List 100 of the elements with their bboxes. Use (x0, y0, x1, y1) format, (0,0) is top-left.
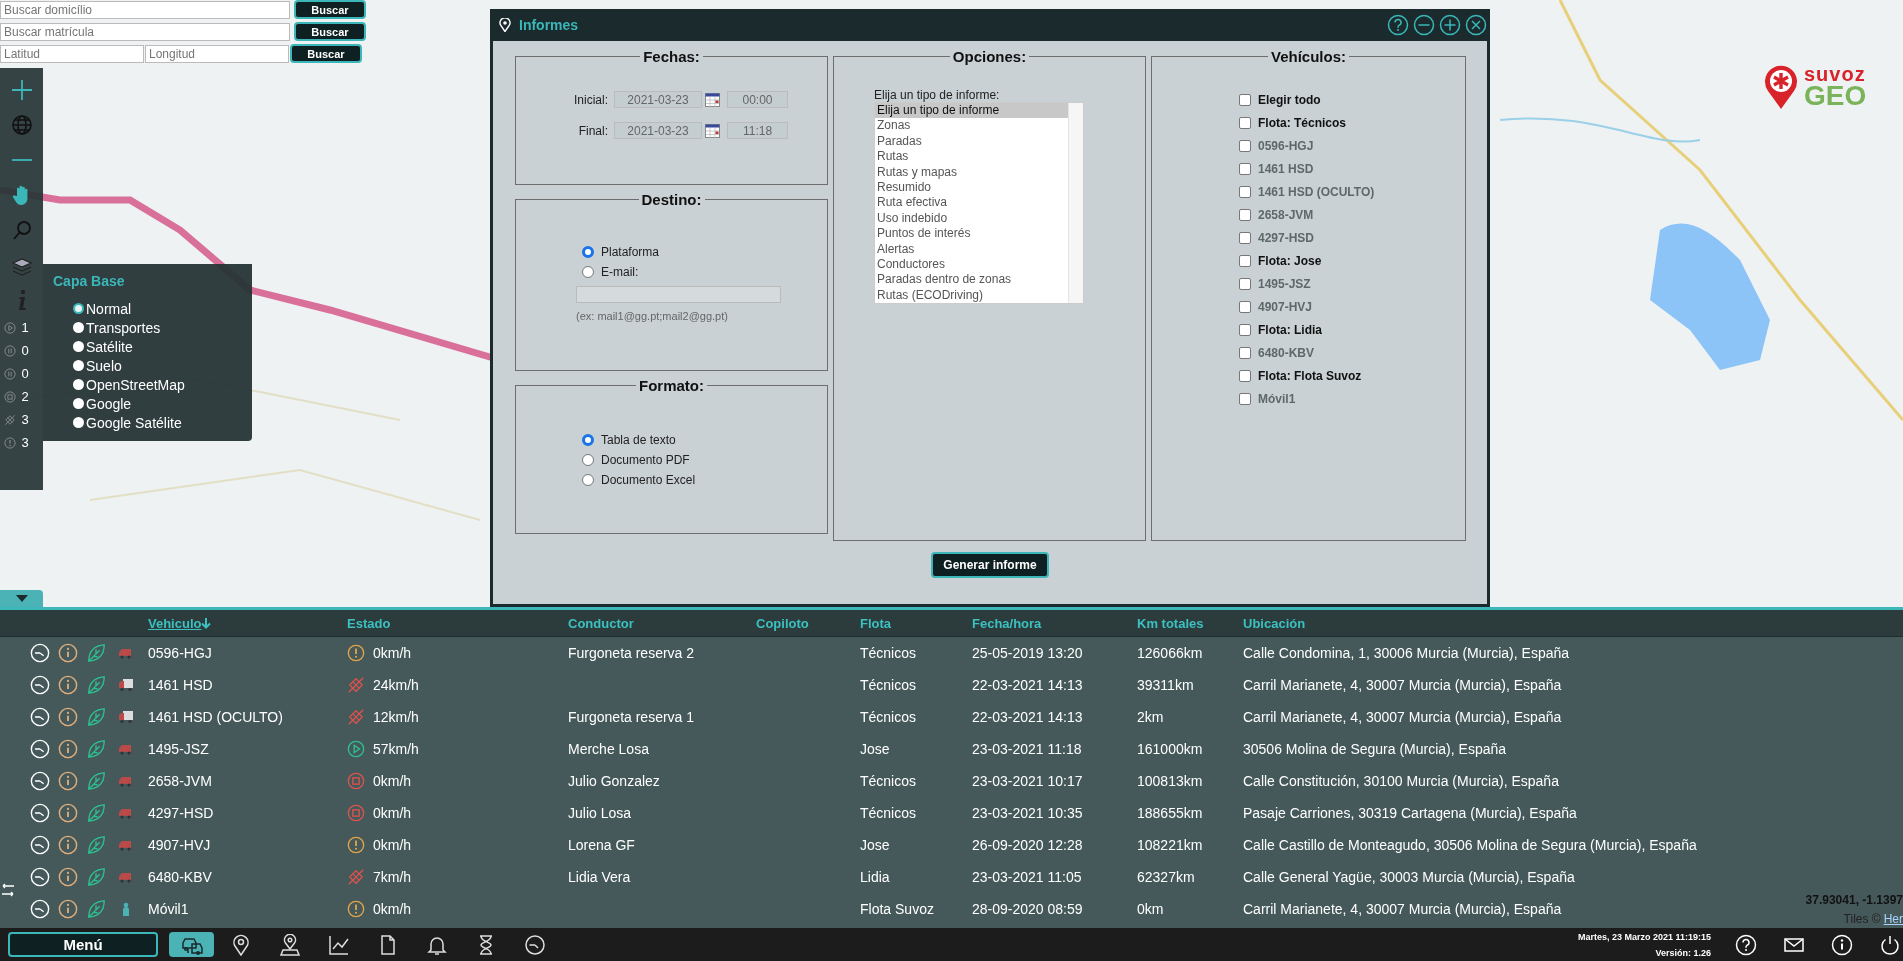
checkbox-option[interactable]: Flota: Jose (1239, 253, 1322, 269)
column-header[interactable]: Km totales (1137, 615, 1204, 631)
layer-option[interactable]: OpenStreetMap (53, 375, 185, 394)
clock-icon[interactable] (30, 643, 50, 663)
table-cell: Calle General Yagüe, 30003 Murcia (Murcia), España (1243, 869, 1575, 885)
table-cell: 22-03-2021 14:13 (972, 709, 1083, 725)
clock-icon[interactable] (30, 707, 50, 727)
checkbox-option[interactable]: 2658-JVM (1239, 207, 1314, 223)
clock-icon[interactable] (30, 835, 50, 855)
column-header[interactable]: Estado (347, 615, 391, 631)
checkbox-option[interactable]: Flota: Lidia (1239, 322, 1322, 338)
logo-text: suvoz (1804, 64, 1867, 84)
layer-option[interactable]: Satélite (53, 337, 133, 356)
layer-option[interactable]: Suelo (53, 356, 122, 375)
checkbox-option[interactable]: 1495-JSZ (1239, 276, 1311, 292)
date-field[interactable]: 2021-03-23 (614, 91, 702, 108)
list-option[interactable]: Paradas dentro de zonas (875, 272, 1068, 288)
nav-button[interactable] (169, 932, 214, 957)
layer-option[interactable]: Google Satélite (53, 413, 182, 432)
report-type-list[interactable]: Elija un tipo de informe Zonas Paradas Rutas Rutas y mapas Resumido Ruta efectiva Uso indebido Puntos de interés Alertas Conductores Paradas dentro de zonas Rutas (ECODriving) (874, 102, 1084, 304)
column-header[interactable]: Ubicación (1243, 615, 1306, 631)
maximize-icon[interactable] (1439, 14, 1461, 36)
help-icon[interactable] (1387, 14, 1409, 36)
leaf-icon[interactable] (86, 867, 106, 887)
table-cell: 1461 HSD (148, 677, 213, 693)
generate-button[interactable]: Generar informe (931, 552, 1049, 578)
expand-tab[interactable] (0, 590, 43, 607)
table-cell: Julio Losa (568, 805, 632, 821)
checkbox-option[interactable]: Móvil1 (1239, 391, 1296, 407)
version-text: Versión: 1.26 (1655, 947, 1711, 958)
clock-icon[interactable] (30, 771, 50, 791)
clock-icon[interactable] (30, 803, 50, 823)
leaf-icon[interactable] (86, 899, 106, 919)
radio-option[interactable]: Documento PDF (582, 452, 690, 468)
column-header[interactable]: Vehiculo (148, 615, 212, 631)
list-option[interactable]: Uso indebido (875, 210, 1068, 227)
checkbox-option[interactable]: 6480-KBV (1239, 345, 1315, 361)
zoom-in-icon[interactable] (9, 78, 34, 102)
calendar-icon[interactable] (705, 123, 720, 138)
leaf-icon[interactable] (86, 643, 106, 663)
leaf-icon[interactable] (86, 771, 106, 791)
radio-option[interactable]: Tabla de texto (582, 432, 676, 448)
table-cell: 23-03-2021 11:18 (972, 741, 1082, 757)
attribution-link[interactable]: Her (1883, 912, 1903, 926)
radio-option[interactable]: Documento Excel (582, 472, 696, 488)
layer-option[interactable]: Google (53, 394, 132, 413)
radio-option[interactable]: Plataforma (582, 244, 660, 260)
clock-icon[interactable] (30, 899, 50, 919)
leaf-icon[interactable] (86, 707, 106, 727)
close-icon[interactable] (1465, 14, 1487, 36)
list-option[interactable]: Paradas (875, 133, 1068, 150)
list-option[interactable]: Conductores (875, 256, 1068, 273)
group-title: Destino: (640, 191, 703, 208)
layer-option[interactable]: Transportes (53, 318, 161, 337)
list-option[interactable]: Ruta efectiva (875, 195, 1068, 211)
checkbox-option[interactable]: Flota: Técnicos (1239, 115, 1346, 131)
list-option[interactable]: Alertas (875, 241, 1068, 257)
leaf-icon[interactable] (86, 675, 106, 695)
list-option[interactable]: Rutas (ECODriving) (875, 287, 1068, 304)
checkbox-option[interactable]: Flota: Flota Suvoz (1239, 368, 1362, 384)
power-icon[interactable] (1879, 933, 1901, 956)
time-field[interactable]: 11:18 (727, 122, 788, 139)
clock-icon[interactable] (30, 675, 50, 695)
list-option[interactable]: Resumido (875, 179, 1068, 196)
list-option[interactable]: Puntos de interés (875, 226, 1068, 242)
scrollbar[interactable] (1068, 103, 1083, 303)
layer-option[interactable]: Normal (53, 299, 132, 318)
checkbox-option[interactable]: 0596-HGJ (1239, 138, 1314, 154)
time-field[interactable]: 00:00 (727, 91, 788, 108)
list-option[interactable]: Elija un tipo de informe (875, 103, 1068, 119)
checkbox-option[interactable]: 4297-HSD (1239, 230, 1315, 246)
column-header[interactable]: Fecha/hora (972, 615, 1042, 631)
search-button[interactable]: Buscar (290, 44, 362, 63)
list-option[interactable]: Zonas (875, 118, 1068, 134)
clock-icon[interactable] (30, 739, 50, 759)
checkbox-option[interactable]: 4907-HVJ (1239, 299, 1313, 315)
search-button[interactable]: Buscar (294, 22, 366, 41)
checkbox-option[interactable]: Elegir todo (1239, 92, 1321, 108)
menu-button[interactable]: Menú (8, 932, 158, 957)
list-option[interactable]: Rutas y mapas (875, 164, 1068, 180)
date-field[interactable]: 2021-03-23 (614, 122, 702, 139)
column-header[interactable]: Copiloto (756, 615, 809, 631)
table-cell: 23-03-2021 11:05 (972, 869, 1082, 885)
radio-option[interactable]: E-mail: (582, 264, 639, 280)
list-option[interactable]: Rutas (875, 149, 1068, 165)
checkbox-option[interactable]: 1461 HSD (1239, 161, 1314, 177)
leaf-icon[interactable] (86, 803, 106, 823)
minimize-icon[interactable] (1413, 14, 1435, 36)
calendar-icon[interactable] (705, 92, 720, 107)
column-header[interactable]: Flota (860, 615, 892, 631)
clock-icon[interactable] (30, 867, 50, 887)
column-header[interactable]: Conductor (568, 615, 634, 631)
table-cell: 39311km (1137, 677, 1194, 693)
checkbox-option[interactable]: 1461 HSD (OCULTO) (1239, 184, 1375, 200)
arrows-icon[interactable] (0, 882, 16, 898)
leaf-icon[interactable] (86, 739, 106, 759)
search-button[interactable]: Buscar (294, 0, 366, 19)
table-cell: 2658-JVM (148, 773, 212, 789)
table-cell: 0km/h (373, 901, 412, 917)
leaf-icon[interactable] (86, 835, 106, 855)
